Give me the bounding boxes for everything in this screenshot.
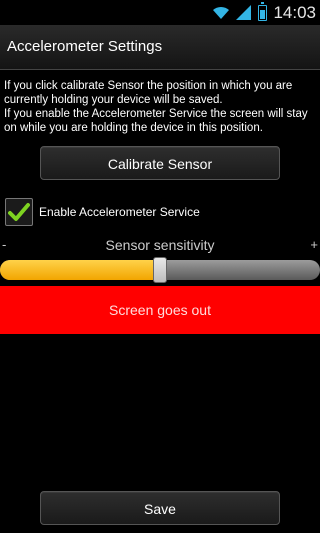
screen-status-panel: Screen goes out [0, 286, 320, 334]
enable-service-row[interactable]: Enable Accelerometer Service [5, 198, 200, 226]
title-bar: Accelerometer Settings [0, 25, 320, 70]
description-calibrate: If you click calibrate Sensor the positi… [4, 80, 293, 106]
status-time: 14:03 [273, 2, 316, 22]
enable-service-label: Enable Accelerometer Service [39, 205, 200, 219]
calibrate-sensor-button[interactable]: Calibrate Sensor [40, 146, 280, 180]
status-bar: 14:03 [0, 0, 320, 25]
wifi-icon [212, 6, 230, 20]
status-icons: 14:03 [212, 1, 316, 23]
page-title: Accelerometer Settings [7, 38, 163, 55]
screen-status-text: Screen goes out [109, 302, 211, 318]
description: If you click calibrate Sensor the positi… [4, 79, 316, 135]
enable-service-checkbox[interactable] [5, 198, 33, 226]
description-service: If you enable the Accelerometer Service … [4, 108, 308, 134]
sensitivity-label: Sensor sensitivity [105, 237, 215, 253]
signal-icon [236, 5, 252, 20]
checkmark-icon [8, 203, 30, 221]
battery-icon [258, 1, 268, 21]
sensitivity-slider-thumb[interactable] [153, 257, 167, 283]
save-button[interactable]: Save [40, 491, 280, 525]
sensitivity-slider-fill [0, 260, 160, 280]
sensitivity-plus: + [310, 237, 318, 252]
